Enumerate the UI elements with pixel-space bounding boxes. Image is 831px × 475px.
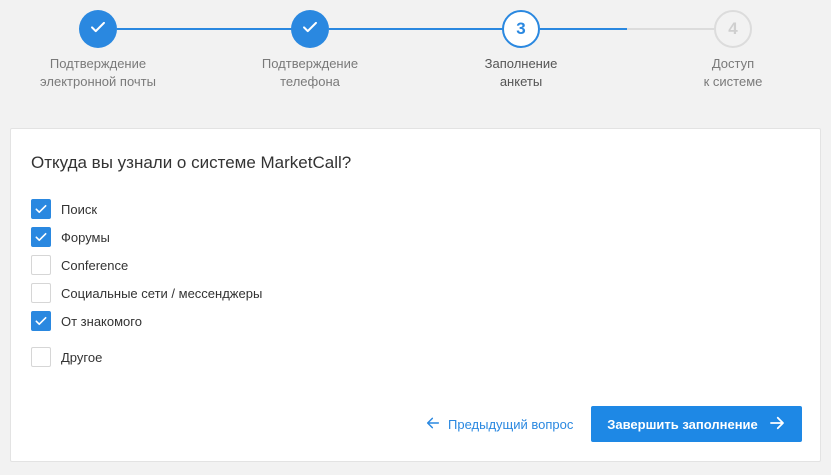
stepper-line-3 — [540, 28, 627, 30]
progress-stepper: Подтверждение электронной почты Подтверж… — [0, 0, 831, 120]
checkbox-social[interactable] — [31, 283, 51, 303]
previous-question-label: Предыдущий вопрос — [448, 416, 574, 432]
option-conference[interactable]: Conference — [31, 255, 128, 275]
step-3-circle: 3 — [502, 10, 540, 48]
option-label: Conference — [61, 257, 129, 273]
check-icon — [89, 18, 107, 41]
check-icon — [35, 232, 47, 242]
check-icon — [35, 204, 47, 214]
option-label: Поиск — [61, 201, 98, 217]
step-2-label: Подтверждение телефона — [261, 56, 359, 89]
stepper-line-1 — [117, 28, 292, 30]
arrow-right-icon — [758, 414, 786, 435]
checkbox-conference[interactable] — [31, 255, 51, 275]
option-friend[interactable]: От знакомого — [31, 311, 142, 331]
previous-question-button[interactable]: Предыдущий вопрос — [425, 414, 573, 434]
option-label: Социальные сети / мессенджеры — [61, 285, 263, 301]
step-4-label: Доступ к системе — [703, 56, 763, 89]
check-icon — [35, 316, 47, 326]
step-2-circle — [291, 10, 329, 48]
option-social[interactable]: Социальные сети / мессенджеры — [31, 283, 262, 303]
arrow-left-icon — [425, 415, 448, 434]
option-other[interactable]: Другое — [31, 347, 102, 367]
question-title: Откуда вы узнали о системе MarketCall? — [31, 153, 352, 172]
check-icon — [301, 18, 319, 41]
option-search[interactable]: Поиск — [31, 199, 97, 219]
option-label: Другое — [61, 349, 103, 365]
step-1-circle — [79, 10, 117, 48]
checkbox-search[interactable] — [31, 199, 51, 219]
checkbox-other[interactable] — [31, 347, 51, 367]
step-3-label: Заполнение анкеты — [484, 56, 558, 89]
option-label: От знакомого — [61, 313, 142, 329]
checkbox-friend[interactable] — [31, 311, 51, 331]
stepper-line-2 — [329, 28, 503, 30]
step-4-circle: 4 — [714, 10, 752, 48]
finish-button[interactable]: Завершить заполнение — [591, 406, 802, 442]
survey-card: Откуда вы узнали о системе MarketCall? П… — [10, 128, 821, 462]
option-forums[interactable]: Форумы — [31, 227, 110, 247]
finish-button-label: Завершить заполнение — [607, 416, 758, 432]
stepper-line-3-remaining — [627, 28, 714, 30]
step-1-label: Подтверждение электронной почты — [40, 56, 156, 89]
checkbox-forums[interactable] — [31, 227, 51, 247]
option-label: Форумы — [61, 229, 110, 245]
